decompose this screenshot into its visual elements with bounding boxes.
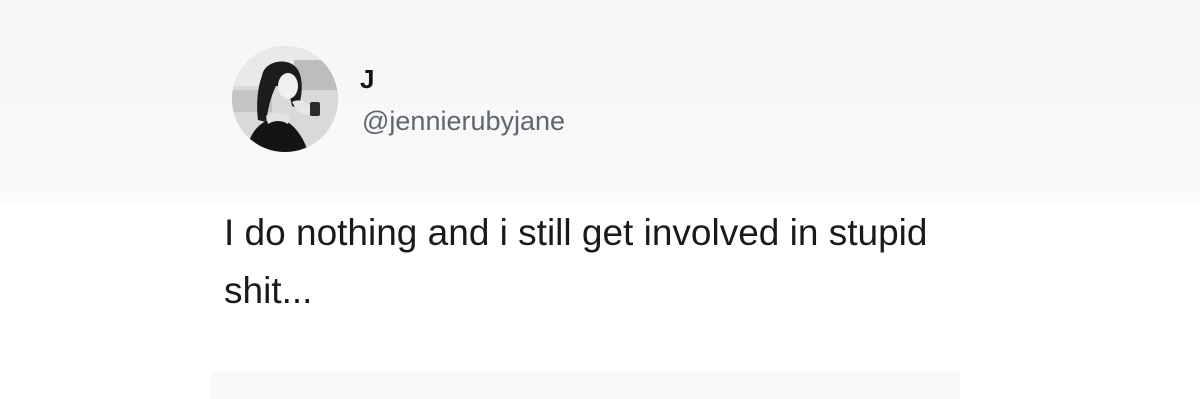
author-display-name[interactable]: J <box>360 66 374 92</box>
tweet-card-footer-shade <box>210 372 960 399</box>
tweet-card: J @jennierubyjane I do nothing and i sti… <box>222 38 982 358</box>
author-handle[interactable]: @jennierubyjane <box>362 108 565 135</box>
profile-photo-icon <box>232 46 338 152</box>
tweet-text: I do nothing and i still get involved in… <box>224 212 928 311</box>
avatar[interactable] <box>232 46 338 152</box>
